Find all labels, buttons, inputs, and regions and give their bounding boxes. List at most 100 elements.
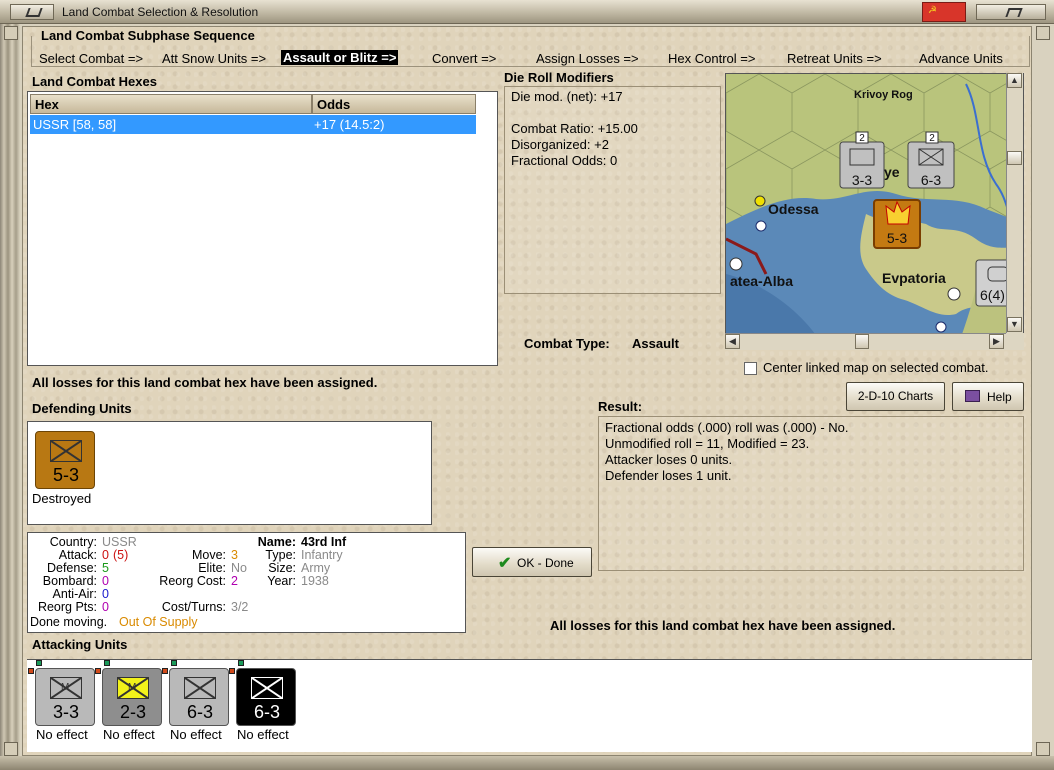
attack-extra: (5) xyxy=(113,548,129,562)
help-button[interactable]: Help xyxy=(952,382,1024,411)
defender-counter[interactable]: 5-3 xyxy=(35,431,95,489)
map-counter-value: 3-3 xyxy=(852,172,872,188)
attacker-counter[interactable]: 6-3 xyxy=(236,668,296,726)
map-horizontal-scrollbar[interactable]: ◀ ▶ xyxy=(725,333,1006,350)
ok-done-label: OK - Done xyxy=(517,556,574,570)
help-book-icon xyxy=(965,390,980,402)
map-label-city4: Evpatoria xyxy=(882,270,946,286)
status-dot-icon xyxy=(104,660,110,666)
status-dot-icon xyxy=(229,668,235,674)
port-icon xyxy=(755,220,767,232)
ok-done-button[interactable]: ✔ OK - Done xyxy=(472,547,592,577)
hexes-title: Land Combat Hexes xyxy=(32,74,157,89)
type-label: Type: xyxy=(265,548,296,562)
map-label-city1: Krivoy Rog xyxy=(854,89,913,101)
reorg-value: 0 xyxy=(102,600,109,614)
status-dot-icon xyxy=(36,660,42,666)
phase-convert: Convert => xyxy=(432,51,497,66)
scroll-corner xyxy=(1006,333,1024,350)
map-label-city3: atea-Alba xyxy=(730,273,793,289)
cost-turns-label: Cost/Turns: xyxy=(161,600,226,614)
scroll-down-button[interactable]: ▼ xyxy=(1007,317,1022,332)
size-value: Army xyxy=(301,561,331,575)
infantry-symbol-icon xyxy=(50,440,82,462)
map-stack-count: 2 xyxy=(859,133,865,144)
result-line: Unmodified roll = 11, Modified = 23. xyxy=(605,436,810,451)
window-title: Land Combat Selection & Resolution xyxy=(62,5,259,19)
scroll-thumb[interactable] xyxy=(855,334,869,349)
result-title: Result: xyxy=(598,399,643,414)
bombard-label: Bombard: xyxy=(42,574,97,588)
attacker-counter[interactable]: 6-3 xyxy=(169,668,229,726)
type-value: Infantry xyxy=(301,548,343,562)
column-header-hex[interactable]: Hex xyxy=(30,94,312,114)
name-label: Name: xyxy=(257,535,296,549)
move-label: Move: xyxy=(191,548,226,562)
center-map-checkbox[interactable] xyxy=(744,362,757,375)
attacker-counter-value: 6-3 xyxy=(186,702,213,722)
phase-assign-losses: Assign Losses => xyxy=(536,51,639,66)
defense-label: Defense: xyxy=(46,561,97,575)
close-button[interactable] xyxy=(976,4,1046,20)
attacker-status: No effect xyxy=(237,727,289,742)
odds-cell: +17 (14.5:2) xyxy=(314,117,385,132)
scroll-right-button[interactable]: ▶ xyxy=(989,334,1004,349)
antiair-label: Anti-Air: xyxy=(52,587,97,601)
attacker-status: No effect xyxy=(170,727,222,742)
status-dot-icon xyxy=(95,668,101,674)
country-flag-icon[interactable]: ☭ xyxy=(922,2,966,22)
antiair-value: 0 xyxy=(102,587,109,601)
year-label: Year: xyxy=(267,574,296,588)
scroll-left-button[interactable]: ◀ xyxy=(725,334,740,349)
attack-label: Attack: xyxy=(58,548,97,562)
combat-type-value: Assault xyxy=(632,336,679,351)
drm-line: Combat Ratio: +15.00 xyxy=(511,121,638,136)
name-value: 43rd Inf xyxy=(301,535,347,549)
scroll-up-button[interactable]: ▲ xyxy=(1007,73,1022,88)
defending-title: Defending Units xyxy=(32,401,132,416)
map-vertical-scrollbar[interactable]: ▲ ▼ xyxy=(1006,73,1023,333)
scroll-thumb[interactable] xyxy=(1007,151,1022,165)
country-label: Country: xyxy=(49,535,97,549)
hex-cell: USSR [58, 58] xyxy=(33,117,117,132)
drm-line: Die mod. (net): +17 xyxy=(511,89,623,104)
combat-type-label: Combat Type: xyxy=(524,336,610,351)
title-bar[interactable]: Land Combat Selection & Resolution ☭ xyxy=(0,0,1054,24)
column-header-odds[interactable]: Odds xyxy=(312,94,476,114)
subphase-title: Land Combat Subphase Sequence xyxy=(40,28,256,43)
mech-badge: M xyxy=(128,682,137,693)
cost-turns-value: 3/2 xyxy=(231,600,249,614)
table-row[interactable]: USSR [58, 58] +17 (14.5:2) xyxy=(30,115,476,134)
status-dot-icon xyxy=(162,668,168,674)
reorg-label: Reorg Pts: xyxy=(37,600,97,614)
attacker-counter-value: 6-3 xyxy=(253,702,280,722)
bombard-value: 0 xyxy=(102,574,109,588)
defender-status: Destroyed xyxy=(32,491,92,506)
die-roll-title: Die Roll Modifiers xyxy=(504,70,614,85)
frame-corner xyxy=(4,742,18,756)
frame-corner xyxy=(1036,26,1050,40)
restore-button[interactable] xyxy=(10,4,54,20)
attacker-counter[interactable]: M 2-3 xyxy=(102,668,162,726)
defense-value: 5 xyxy=(102,561,109,575)
phase-att-snow-units: Att Snow Units => xyxy=(162,51,267,66)
map-label-city2: Odessa xyxy=(768,201,819,217)
attacking-title: Attacking Units xyxy=(32,637,128,652)
drm-line: Disorganized: +2 xyxy=(511,137,609,152)
attacker-counter[interactable]: M 3-3 xyxy=(35,668,95,726)
infantry-symbol-icon xyxy=(184,677,216,699)
die-roll-box xyxy=(504,86,721,294)
linked-map[interactable]: Odessa Krivoy Rog atea-Alba Evpatoria ye… xyxy=(725,73,1024,350)
phase-retreat-units: Retreat Units => xyxy=(787,51,882,66)
size-label: Size: xyxy=(268,561,296,575)
attacker-counter-value: 3-3 xyxy=(52,702,79,722)
charts-button[interactable]: 2-D-10 Charts xyxy=(846,382,945,411)
map-counter-value: 5-3 xyxy=(887,230,907,246)
result-line: Defender loses 1 unit. xyxy=(605,468,732,483)
supply-status: Out Of Supply xyxy=(119,615,198,629)
phase-hex-control: Hex Control => xyxy=(668,51,756,66)
frame-corner xyxy=(4,26,18,40)
port-icon xyxy=(729,257,743,271)
hex-list[interactable]: Hex Odds USSR [58, 58] +17 (14.5:2) xyxy=(27,91,498,366)
infantry-symbol-icon xyxy=(251,677,283,699)
